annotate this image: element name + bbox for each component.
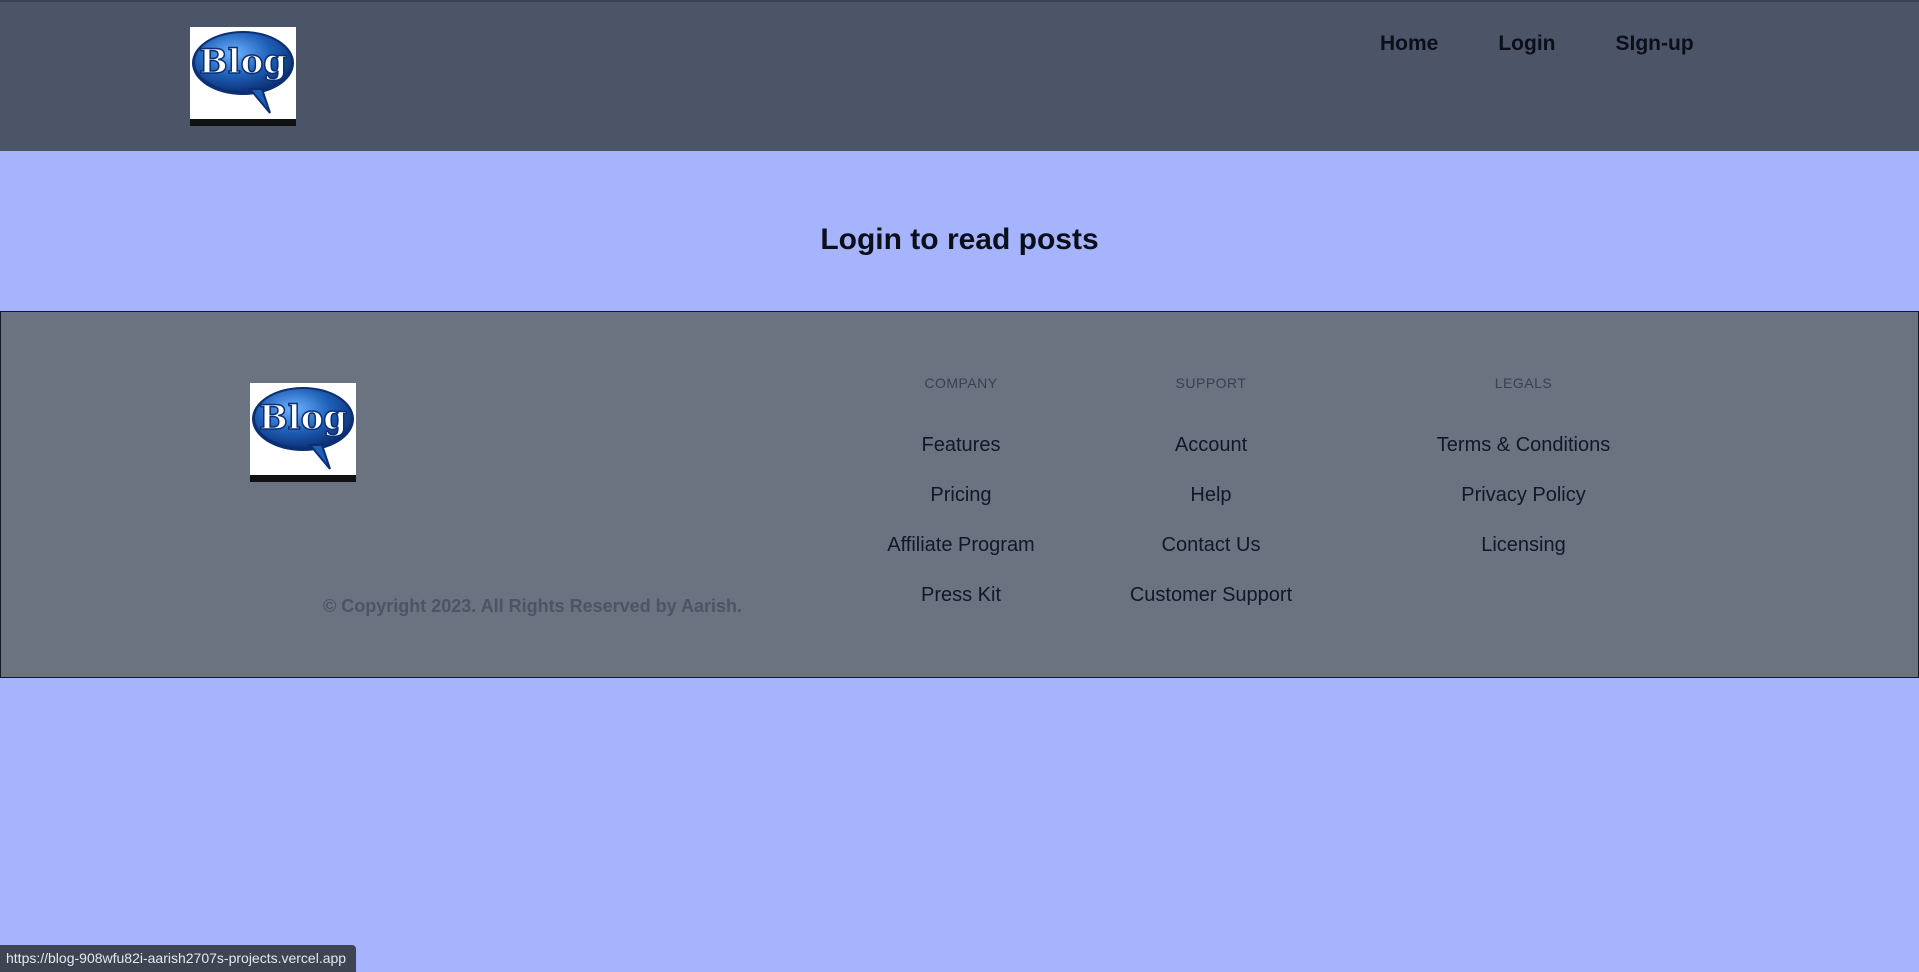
- footer-link-pricing[interactable]: Pricing: [861, 482, 1061, 508]
- footer-link-terms[interactable]: Terms & Conditions: [1401, 432, 1646, 458]
- page-title: Login to read posts: [820, 223, 1099, 256]
- footer-column-support: SUPPORT Account Help Contact Us Customer…: [1111, 374, 1311, 632]
- blog-logo-icon: Blog: [250, 383, 356, 482]
- site-header: Blog Home Login SIgn-up: [0, 0, 1919, 151]
- main-nav: Home Login SIgn-up: [1380, 32, 1694, 56]
- footer-link-affiliate-program[interactable]: Affiliate Program: [861, 532, 1061, 558]
- footer-link-contact-us[interactable]: Contact Us: [1111, 532, 1311, 558]
- main-banner: Login to read posts: [0, 151, 1919, 311]
- footer-link-licensing[interactable]: Licensing: [1401, 532, 1646, 558]
- logo-text: Blog: [259, 398, 347, 438]
- site-footer: Blog © Copyright 2023. All Rights Reserv…: [0, 311, 1919, 678]
- footer-link-help[interactable]: Help: [1111, 482, 1311, 508]
- footer-link-account[interactable]: Account: [1111, 432, 1311, 458]
- header-logo[interactable]: Blog: [190, 27, 296, 126]
- footer-link-press-kit[interactable]: Press Kit: [861, 582, 1061, 608]
- browser-status-url: https://blog-908wfu82i-aarish2707s-proje…: [0, 945, 357, 972]
- copyright-text: © Copyright 2023. All Rights Reserved by…: [323, 596, 743, 616]
- footer-heading-company: COMPANY: [924, 375, 998, 391]
- footer-logo[interactable]: Blog: [250, 383, 356, 482]
- logo-text: Blog: [199, 42, 287, 82]
- nav-signup-link[interactable]: SIgn-up: [1616, 32, 1694, 56]
- footer-link-customer-support[interactable]: Customer Support: [1111, 582, 1311, 608]
- footer-link-privacy-policy[interactable]: Privacy Policy: [1401, 482, 1646, 508]
- nav-home-link[interactable]: Home: [1380, 32, 1438, 56]
- footer-link-features[interactable]: Features: [861, 432, 1061, 458]
- footer-heading-support: SUPPORT: [1175, 375, 1247, 391]
- nav-login-link[interactable]: Login: [1498, 32, 1555, 56]
- blog-logo-icon: Blog: [190, 27, 296, 126]
- footer-column-company: COMPANY Features Pricing Affiliate Progr…: [861, 374, 1061, 632]
- footer-column-legals: LEGALS Terms & Conditions Privacy Policy…: [1401, 374, 1646, 582]
- footer-heading-legals: LEGALS: [1494, 375, 1553, 391]
